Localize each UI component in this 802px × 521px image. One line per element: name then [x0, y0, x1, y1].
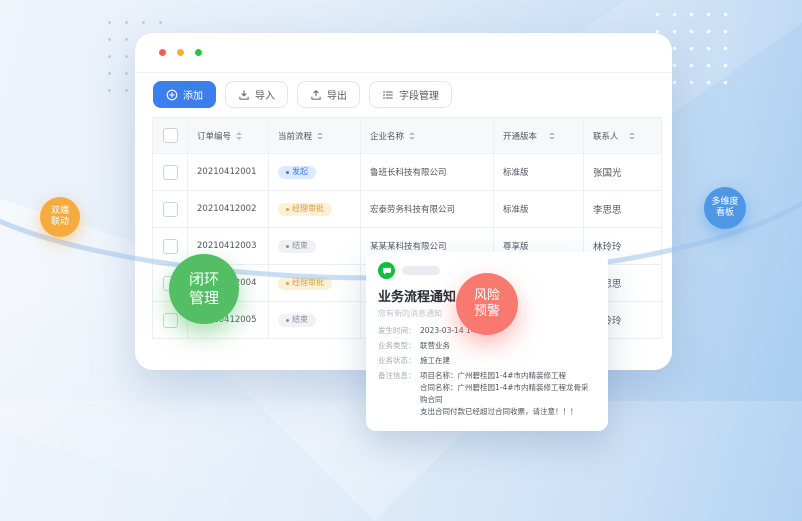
import-icon — [238, 89, 250, 101]
flow-status-badge: 经理审批 — [278, 277, 332, 290]
version-cell: 标准版 — [494, 191, 584, 227]
table-row[interactable]: 20210412001 发起 鲁班长科技有限公司 标准版 张国光 — [153, 153, 661, 190]
window-controls — [159, 49, 202, 56]
header-contact: 联系人 — [584, 118, 661, 153]
header-company: 企业名称 — [361, 118, 494, 153]
row-checkbox[interactable] — [163, 313, 178, 328]
sort-icon[interactable] — [236, 132, 242, 140]
feature-bubble-dashboard: 多维度 看板 — [704, 187, 746, 229]
import-button-label: 导入 — [255, 87, 275, 102]
plus-circle-icon — [166, 89, 178, 101]
contact-cell: 李思思 — [584, 191, 661, 227]
contact-cell: 张国光 — [584, 154, 661, 190]
wechat-icon — [378, 262, 395, 279]
flow-status-badge: 结束 — [278, 240, 316, 253]
flow-status-badge: 结束 — [278, 314, 316, 327]
sort-icon[interactable] — [629, 132, 635, 140]
select-all-checkbox[interactable] — [163, 128, 178, 143]
row-checkbox[interactable] — [163, 165, 178, 180]
row-checkbox[interactable] — [163, 239, 178, 254]
feature-bubble-risk-warning: 风险 预警 — [456, 273, 518, 335]
order-no-cell: 20210412001 — [188, 154, 269, 190]
sort-icon[interactable] — [409, 132, 415, 140]
field-row: 备注信息： 项目名称：广州碧桂园1-4#市内精装修工程 合同名称：广州碧桂园1-… — [378, 370, 596, 418]
company-cell: 鲁班长科技有限公司 — [361, 154, 494, 190]
toolbar: 添加 导入 导出 字段管理 — [153, 81, 452, 108]
sort-icon[interactable] — [317, 132, 323, 140]
window-zoom-dot[interactable] — [195, 49, 202, 56]
order-no-cell: 20210412002 — [188, 191, 269, 227]
feature-bubble-closed-loop: 闭环 管理 — [169, 254, 239, 324]
table-row[interactable]: 20210412002 经理审批 宏泰劳务科技有限公司 标准版 李思思 — [153, 190, 661, 227]
header-order-no: 订单编号 — [188, 118, 269, 153]
window-minimize-dot[interactable] — [177, 49, 184, 56]
sort-icon[interactable] — [549, 132, 555, 140]
version-cell: 标准版 — [494, 154, 584, 190]
field-manage-button[interactable]: 字段管理 — [369, 81, 452, 108]
import-button[interactable]: 导入 — [225, 81, 288, 108]
company-cell: 宏泰劳务科技有限公司 — [361, 191, 494, 227]
header-checkbox-cell — [153, 118, 188, 153]
popup-fields: 发生时间： 2023-03-14 14:20 业务类型： 联营业务 业务状态： … — [378, 325, 596, 418]
flow-status-badge: 发起 — [278, 166, 316, 179]
field-row: 业务类型： 联营业务 — [378, 340, 596, 352]
list-settings-icon — [382, 89, 394, 101]
titlebar-divider — [135, 72, 672, 73]
add-button[interactable]: 添加 — [153, 81, 216, 108]
export-button-label: 导出 — [327, 87, 347, 102]
feature-bubble-dual-linkage: 双端 联动 — [40, 197, 80, 237]
field-manage-button-label: 字段管理 — [399, 87, 439, 102]
export-button[interactable]: 导出 — [297, 81, 360, 108]
sender-placeholder — [402, 266, 440, 275]
row-checkbox[interactable] — [163, 202, 178, 217]
header-flow: 当前流程 — [269, 118, 361, 153]
window-close-dot[interactable] — [159, 49, 166, 56]
add-button-label: 添加 — [183, 87, 203, 102]
table-header-row: 订单编号 当前流程 企业名称 开通版本 联系人 — [153, 118, 661, 153]
flow-status-badge: 经理审批 — [278, 203, 332, 216]
export-icon — [310, 89, 322, 101]
field-row: 业务状态： 施工在建 — [378, 355, 596, 367]
header-version: 开通版本 — [494, 118, 584, 153]
